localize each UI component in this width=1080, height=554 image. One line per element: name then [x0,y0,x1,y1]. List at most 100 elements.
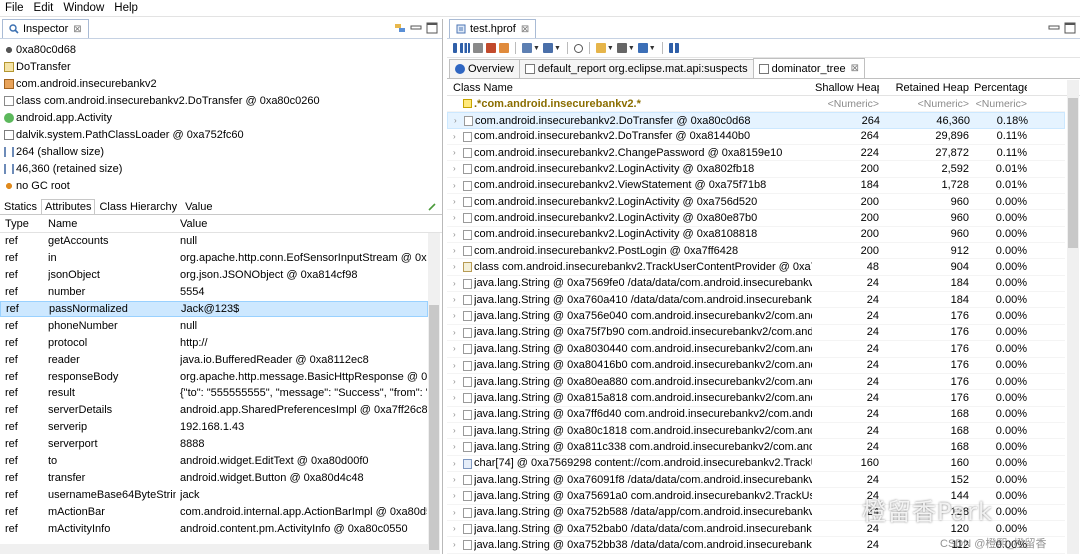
close-icon[interactable]: ⊠ [851,63,859,74]
info-class-name[interactable]: DoTransfer [0,58,442,75]
chevron-right-icon[interactable]: › [453,524,456,533]
dominator-row[interactable]: › java.lang.String @ 0xa80c1818 com.andro… [447,423,1065,440]
column-name[interactable]: Name [48,218,176,230]
dominator-row[interactable]: › com.android.insecurebankv2.DoTransfer @… [447,112,1065,129]
attribute-row[interactable]: ref serverip 192.168.1.43 [0,419,428,436]
chevron-right-icon[interactable]: › [453,197,456,206]
link-icon[interactable] [394,22,406,34]
chevron-right-icon[interactable]: › [453,459,456,468]
dominator-row[interactable]: › char[74] @ 0xa7569298 content://com.and… [447,456,1065,472]
dominator-row[interactable]: › java.lang.String @ 0xa8030440 com.andro… [447,341,1065,358]
dominator-row[interactable]: › java.lang.String @ 0xa760a410 /data/dat… [447,292,1065,309]
chevron-down-icon[interactable]: ▼ [649,45,656,52]
dominator-row[interactable]: › java.lang.String @ 0xa7ff6d40 com.andro… [447,407,1065,423]
column-retained-heap[interactable]: Retained Heap [885,82,969,94]
scrollbar-thumb[interactable] [1068,98,1078,248]
attribute-row[interactable]: ref passNormalized Jack@123$ [0,300,428,318]
info-shallow-size[interactable]: 264 (shallow size) [0,143,442,160]
search-icon[interactable] [573,43,583,53]
menu-help[interactable]: Help [109,2,143,14]
chevron-right-icon[interactable]: › [453,279,456,288]
dominator-row[interactable]: › java.lang.String @ 0xa76091f8 /data/dat… [447,472,1065,489]
chevron-right-icon[interactable]: › [454,116,457,125]
chevron-right-icon[interactable]: › [453,213,456,222]
dominator-row[interactable]: › java.lang.String @ 0xa815a818 com.andro… [447,390,1065,407]
chevron-right-icon[interactable]: › [453,311,456,320]
chevron-down-icon[interactable]: ▼ [533,45,540,52]
attribute-row[interactable]: ref phoneNumber null [0,317,428,334]
shallow-filter-input[interactable]: <Numeric> [815,98,879,110]
chevron-down-icon[interactable]: ▼ [554,45,561,52]
column-percentage[interactable]: Percentage [974,82,1027,94]
chevron-right-icon[interactable]: › [453,148,456,157]
dominator-row[interactable]: › java.lang.String @ 0xa756e040 com.andro… [447,308,1065,325]
retained-filter-input[interactable]: <Numeric> [885,98,969,110]
export-icon[interactable] [637,43,648,53]
chevron-down-icon[interactable]: ▼ [628,45,635,52]
attribute-row[interactable]: ref to android.widget.EditText @ 0xa80d00f… [0,453,428,470]
attribute-row[interactable]: ref mActivityInfo android.content.pm.Activ… [0,520,428,537]
close-icon[interactable]: ⊠ [73,24,81,35]
menu-window[interactable]: Window [58,2,109,14]
menu-edit[interactable]: Edit [29,2,59,14]
attribute-row[interactable]: ref number 5554 [0,284,428,301]
chevron-right-icon[interactable]: › [453,328,456,337]
info-package[interactable]: com.android.insecurebankv2 [0,75,442,92]
dominator-row[interactable]: › java.lang.String @ 0xa80416b0 com.andro… [447,358,1065,374]
scrollbar-thumb[interactable] [429,305,439,550]
dominator-row[interactable]: › com.android.insecurebankv2.LoginActivit… [447,194,1065,211]
chevron-right-icon[interactable]: › [453,393,456,402]
info-classloader[interactable]: dalvik.system.PathClassLoader @ 0xa752fc… [0,126,442,143]
chevron-right-icon[interactable]: › [453,246,456,255]
pin-icon[interactable] [427,202,437,212]
info-gc-root[interactable]: no GC root [0,177,442,194]
maximize-icon[interactable] [426,22,438,34]
oql-icon[interactable] [486,43,496,53]
chevron-right-icon[interactable]: › [453,230,456,239]
attributes-hscrollbar[interactable] [0,544,428,554]
chevron-right-icon[interactable]: › [453,508,456,517]
chevron-right-icon[interactable]: › [453,377,456,386]
chevron-right-icon[interactable]: › [453,164,456,173]
dominator-row[interactable]: › com.android.insecurebankv2.ChangePasswo… [447,145,1065,162]
attribute-row[interactable]: ref result {"to": "555555555", "message": … [0,385,428,402]
chevron-right-icon[interactable]: › [453,426,456,435]
percentage-filter-input[interactable]: <Numeric> [974,98,1027,110]
class-filter-input[interactable]: .*com.android.insecurebankv2.* [474,98,812,110]
overview-icon[interactable] [453,43,457,53]
dominator-row[interactable]: › java.lang.String @ 0xa811c338 com.andro… [447,439,1065,456]
tab-value[interactable]: Value [181,199,216,214]
tab-class-hierarchy[interactable]: Class Hierarchy [95,199,181,214]
dominator-row[interactable]: › java.lang.String @ 0xa80ea880 com.andro… [447,374,1065,391]
run-report-icon[interactable] [522,43,532,53]
maximize-icon[interactable] [1064,22,1076,34]
tab-statics[interactable]: Statics [0,199,41,214]
minimize-icon[interactable] [1048,22,1060,34]
chevron-right-icon[interactable]: › [453,491,456,500]
dominator-tree-icon[interactable] [473,43,483,53]
attribute-row[interactable]: ref reader java.io.BufferedReader @ 0xa811… [0,351,428,368]
dominator-row[interactable]: › com.android.insecurebankv2.ViewStatemen… [447,178,1065,195]
attributes-scrollbar[interactable] [428,233,440,554]
histogram-icon[interactable] [460,43,470,53]
close-icon[interactable]: ⊠ [521,24,529,35]
attribute-row[interactable]: ref serverport 8888 [0,436,428,453]
chevron-right-icon[interactable]: › [453,410,456,419]
column-class-name[interactable]: Class Name [453,82,813,94]
minimize-icon[interactable] [410,22,422,34]
chevron-right-icon[interactable]: › [453,295,456,304]
attribute-row[interactable]: ref serverDetails android.app.SharedPrefer… [0,402,428,419]
attribute-row[interactable]: ref protocol http:// [0,334,428,351]
menu-file[interactable]: File [0,2,29,14]
chevron-right-icon[interactable]: › [453,442,456,451]
tab-overview[interactable]: Overview [449,59,520,78]
dominator-scrollbar[interactable] [1067,80,1079,554]
chevron-down-icon[interactable]: ▼ [607,45,614,52]
chevron-right-icon[interactable]: › [453,344,456,353]
tab-default-report[interactable]: default_report org.eclipse.mat.api:suspe… [518,59,754,78]
chevron-right-icon[interactable]: › [453,181,456,190]
chevron-right-icon[interactable]: › [453,540,456,549]
dominator-row[interactable]: › java.lang.String @ 0xa7569fe0 /data/dat… [447,276,1065,293]
inspector-tab[interactable]: Inspector ⊠ [2,19,89,38]
attribute-row[interactable]: ref responseBody org.apache.http.message.B… [0,368,428,385]
